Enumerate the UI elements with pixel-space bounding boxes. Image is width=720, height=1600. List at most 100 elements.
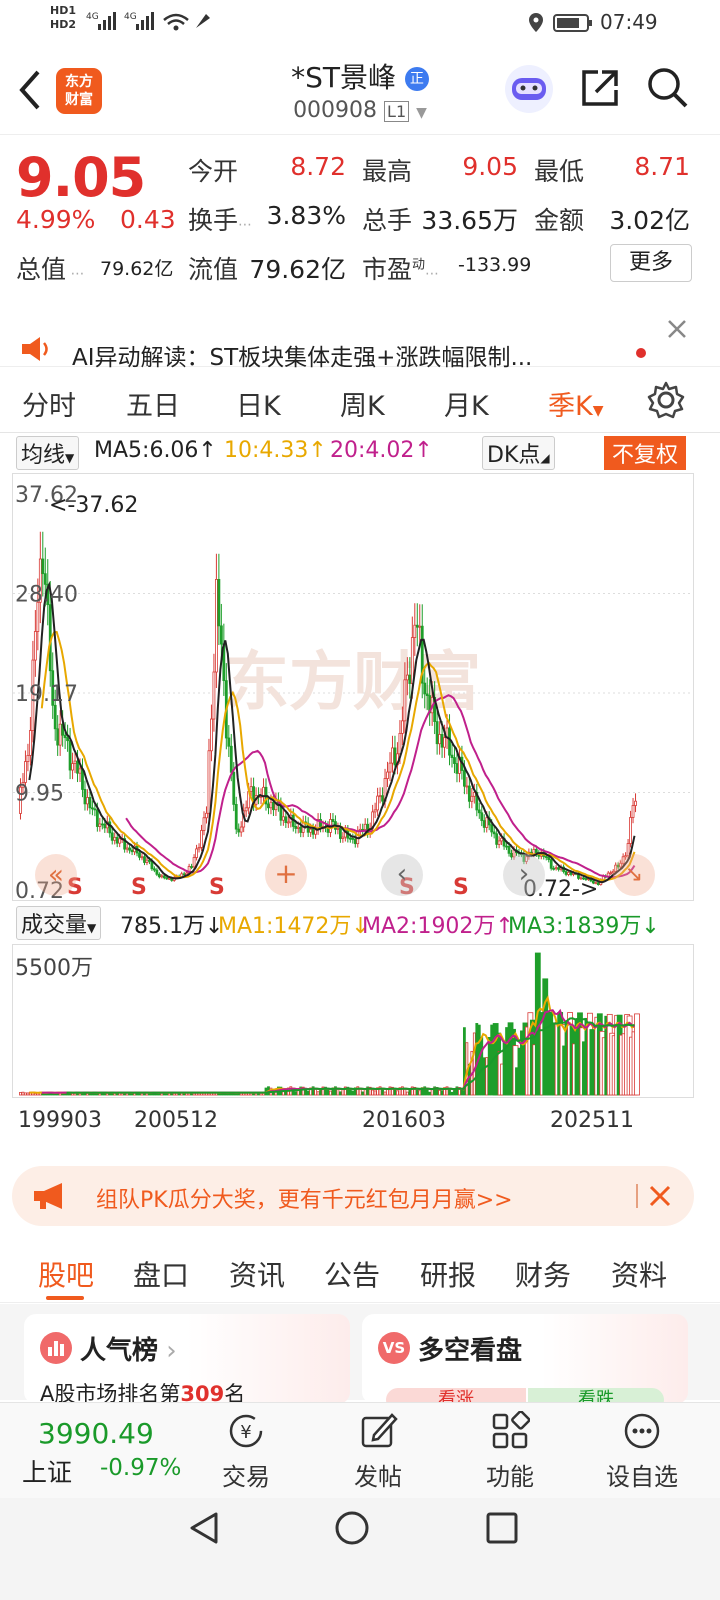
tab-monthly-k[interactable]: 月K [444, 384, 489, 423]
candle [609, 872, 613, 875]
bull-bear-card[interactable]: VS 多空看盘 看涨 看跌 [362, 1314, 688, 1412]
cards-area: 人气榜 › A股市场排名第309名 VS 多空看盘 看涨 看跌 [0, 1304, 720, 1412]
search-icon[interactable] [646, 66, 690, 110]
candle [68, 740, 72, 771]
candle [167, 877, 171, 880]
ai-banner-text: AI异动解读：ST板块集体走强+涨跌幅限制... [72, 345, 533, 371]
caret-down-icon: ▼ [87, 921, 97, 935]
candle [219, 625, 223, 645]
kline-chart[interactable]: 东方财富 37.62 28.40 19.17 9.95 0.72 <-37.62 0.7… [12, 473, 694, 901]
tab-profile[interactable]: 资料 [611, 1254, 667, 1294]
index-value[interactable]: 3990.49 [38, 1417, 154, 1450]
stock-code-row[interactable]: 000908 L1 ▼ [250, 98, 470, 123]
grid-apps-icon [492, 1410, 531, 1449]
system-recents-icon[interactable] [484, 1510, 520, 1546]
pe-value: -133.99 [458, 254, 532, 276]
candle [353, 838, 357, 845]
sell-signal: S [131, 875, 147, 900]
system-home-icon[interactable] [334, 1510, 370, 1546]
candle [564, 871, 568, 875]
candle [128, 847, 131, 851]
high-value: 9.05 [462, 152, 518, 181]
volume-legend-row: 成交量▼ 785.1万↓ MA1:1472万↓ MA2:1902万↑ MA3:1… [0, 906, 720, 940]
index-name[interactable]: 上证 [22, 1453, 72, 1489]
vol-ma1: MA1:1472万↓ [218, 914, 370, 939]
nav-functions[interactable]: 功能 [460, 1410, 560, 1492]
candle [549, 859, 553, 869]
candle [423, 682, 427, 695]
volume-bar [418, 1090, 422, 1096]
candle [490, 824, 494, 833]
app-logo[interactable]: 东方 财富 [56, 68, 102, 114]
dk-point-select[interactable]: DK点◢ [482, 436, 555, 470]
ma-type-select[interactable]: 均线▼ [16, 436, 80, 470]
candle [58, 723, 62, 746]
candle [269, 801, 273, 809]
close-icon[interactable] [666, 318, 688, 340]
tab-daily-k[interactable]: 日K [236, 384, 281, 423]
tab-intraday[interactable]: 分时 [22, 384, 76, 423]
ai-robot-icon[interactable] [504, 64, 554, 114]
candle [492, 831, 496, 835]
volume-bar [348, 1089, 352, 1096]
volume-chart[interactable]: 5500万 [12, 944, 694, 1098]
float-label: 流值 [188, 255, 239, 284]
nav-add-watchlist[interactable]: 设自选 [592, 1411, 692, 1492]
tab-announcement[interactable]: 公告 [324, 1254, 380, 1294]
tab-pankou[interactable]: 盘口 [133, 1254, 189, 1294]
logo-text: 东方 财富 [65, 74, 93, 108]
mktcap-label[interactable]: 总值 ⋯ [16, 250, 84, 286]
share-icon[interactable] [578, 66, 622, 110]
zoom-in-icon[interactable]: + [265, 854, 307, 896]
candle [415, 624, 419, 628]
more-button[interactable]: 更多 [610, 244, 692, 282]
trade-yen-icon: ¥ [229, 1414, 263, 1448]
settings-gear-icon[interactable] [646, 380, 686, 420]
svg-text:4G: 4G [86, 12, 99, 22]
adjust-type-button[interactable]: 不复权 [604, 436, 687, 470]
back-arrow-icon[interactable] [14, 68, 44, 112]
tab-weekly-k[interactable]: 周K [340, 384, 385, 423]
promo-banner[interactable]: 组队PK瓜分大奖，更有千元红包月月赢>> [12, 1166, 694, 1226]
active-tab-indicator [46, 1296, 84, 1300]
volume-indicator-select[interactable]: 成交量▼ [16, 906, 102, 940]
candle [28, 730, 32, 756]
candle [497, 840, 501, 845]
bar-chart-icon [40, 1332, 72, 1364]
next-icon[interactable]: › [503, 854, 545, 896]
close-icon[interactable] [648, 1184, 672, 1208]
nav-post[interactable]: 发帖 [328, 1411, 428, 1492]
watermark: 东方财富 [225, 646, 481, 720]
volume-max-label: 5500万 [15, 956, 93, 981]
expand-icon[interactable]: ↘ [613, 854, 655, 896]
candle [210, 718, 213, 752]
candle [165, 877, 169, 880]
nav-trade[interactable]: ¥ 交易 [196, 1411, 296, 1492]
candle [403, 679, 407, 722]
date-tick: 201603 [362, 1108, 446, 1133]
scroll-left-icon[interactable]: « [35, 854, 77, 896]
kline-svg: 东方财富 37.6228.4019.179.950.72 <-37.62 0.7… [13, 483, 693, 900]
tab-research[interactable]: 研报 [420, 1254, 476, 1294]
tab-news[interactable]: 资讯 [229, 1254, 285, 1294]
candle [338, 827, 342, 839]
system-back-icon[interactable] [186, 1510, 222, 1546]
candle [495, 833, 499, 845]
tab-quarterly-k[interactable]: 季K▼ [548, 384, 604, 423]
candle [83, 789, 87, 805]
caret-icon: ◢ [540, 451, 550, 465]
popularity-card[interactable]: 人气榜 › A股市场排名第309名 [24, 1314, 350, 1406]
tab-guba[interactable]: 股吧 [38, 1254, 94, 1294]
ai-banner[interactable]: AI异动解读：ST板块集体走强+涨跌幅限制... [0, 300, 720, 371]
turnover-value: 3.83% [266, 201, 346, 230]
pe-label[interactable]: 市盈动⋯ [362, 250, 439, 286]
tab-finance[interactable]: 财务 [515, 1254, 571, 1294]
low-value: 8.71 [634, 152, 690, 181]
volume-bar [326, 1089, 330, 1096]
candle [405, 674, 409, 681]
candle [435, 721, 439, 745]
volume-bar [393, 1089, 397, 1096]
turnover-label[interactable]: 换手⋯ [188, 201, 252, 237]
prev-icon[interactable]: ‹ [381, 854, 423, 896]
tab-five-day[interactable]: 五日 [126, 384, 180, 423]
